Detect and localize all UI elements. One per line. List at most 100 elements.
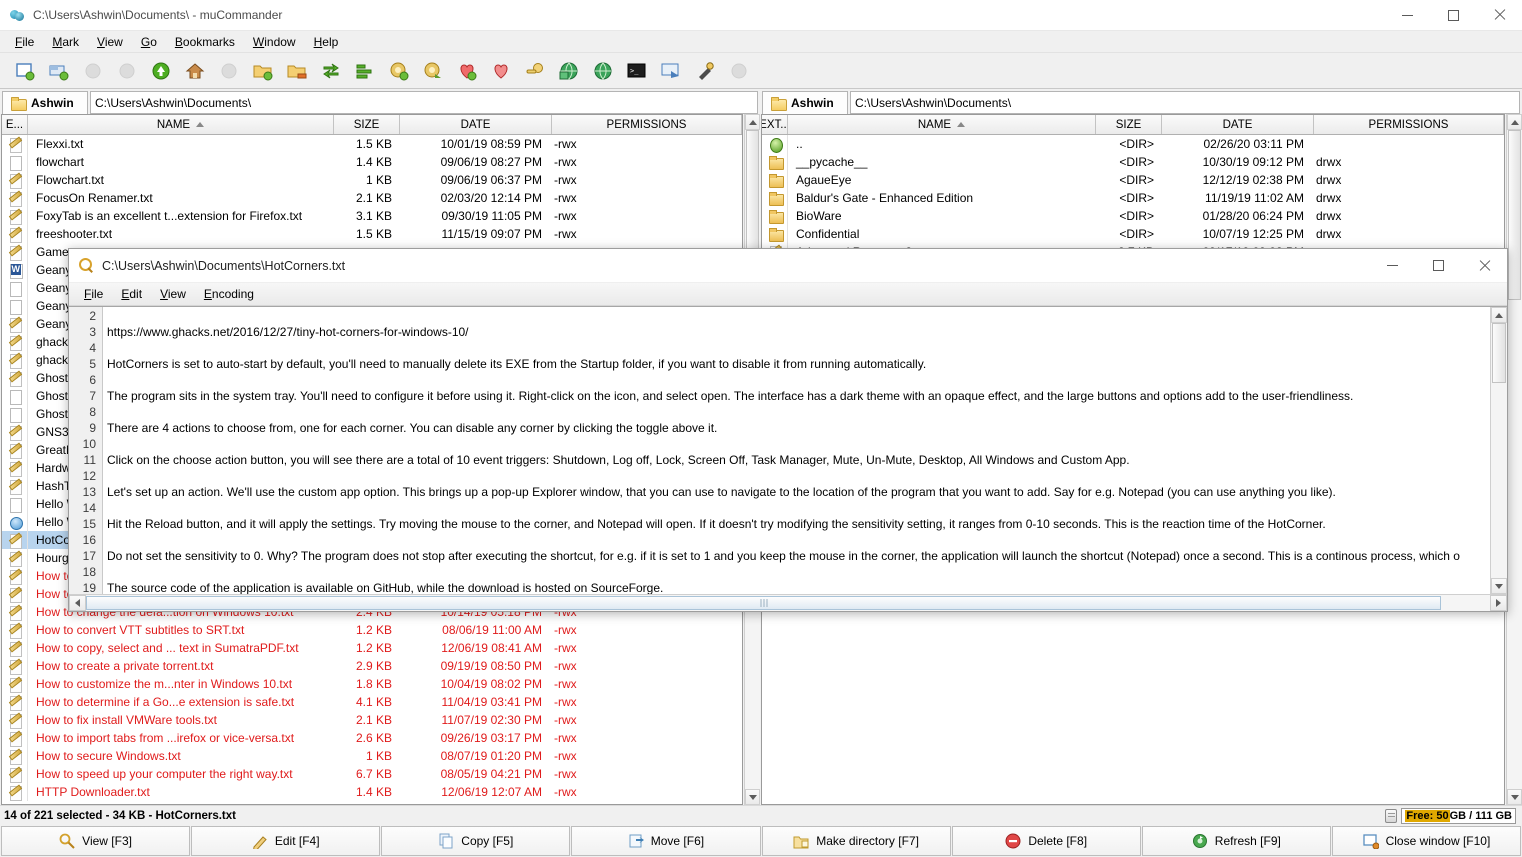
left-column-header-permissions[interactable]: PERMISSIONS bbox=[552, 115, 742, 134]
close-window-f10-button[interactable]: Close window [F10] bbox=[1331, 826, 1521, 856]
table-row[interactable]: How to determine if a Go...e extension i… bbox=[2, 693, 742, 711]
left-column-header-date[interactable]: DATE bbox=[400, 115, 552, 134]
left-column-header-e[interactable]: E... bbox=[2, 115, 28, 134]
viewer-menu-edit[interactable]: Edit bbox=[112, 285, 151, 303]
close-button[interactable] bbox=[1476, 0, 1522, 31]
minimize-button[interactable] bbox=[1384, 0, 1430, 31]
run-command-button[interactable] bbox=[586, 56, 620, 86]
favorites-button[interactable] bbox=[484, 56, 518, 86]
add-favorite-button[interactable] bbox=[450, 56, 484, 86]
table-row[interactable]: Baldur's Gate - Enhanced Edition <DIR> 11/… bbox=[762, 189, 1504, 207]
refresh-f9-button[interactable]: Refresh [F9] bbox=[1141, 826, 1331, 856]
right-column-header-size[interactable]: SIZE bbox=[1096, 115, 1162, 134]
viewer-hscroll-track[interactable] bbox=[86, 595, 1490, 611]
table-row[interactable]: How to convert VTT subtitles to SRT.txt 1… bbox=[2, 621, 742, 639]
viewer-scroll-left-button[interactable] bbox=[69, 595, 86, 611]
viewer-scroll-up-button[interactable] bbox=[1491, 307, 1507, 323]
table-row[interactable]: freeshooter.txt 1.5 KB 11/15/19 09:07 PM -r… bbox=[2, 225, 742, 243]
menu-go[interactable]: Go bbox=[132, 33, 166, 51]
menu-mark[interactable]: Mark bbox=[43, 33, 88, 51]
free-space-indicator[interactable]: Free: 50 GB / 111 GB bbox=[1401, 807, 1516, 824]
table-row[interactable]: How to secure Windows.txt 1 KB 08/07/19 01… bbox=[2, 747, 742, 765]
left-column-header-name[interactable]: NAME bbox=[28, 115, 334, 134]
right-scroll-down-button[interactable] bbox=[1507, 789, 1522, 805]
show-server-button[interactable] bbox=[552, 56, 586, 86]
table-row[interactable]: How to copy, select and ... text in Suma… bbox=[2, 639, 742, 657]
viewer-menu-file[interactable]: File bbox=[75, 285, 112, 303]
viewer-scroll-down-button[interactable] bbox=[1491, 578, 1507, 594]
menu-help[interactable]: Help bbox=[305, 33, 348, 51]
delete-f8-button[interactable]: Delete [F8] bbox=[951, 826, 1141, 856]
viewer-menu-encoding[interactable]: Encoding bbox=[195, 285, 263, 303]
copy-f5-button[interactable]: Copy [F5] bbox=[381, 826, 571, 856]
parent-folder-button[interactable] bbox=[144, 56, 178, 86]
table-row[interactable]: Confidential <DIR> 10/07/19 12:25 PM drwx bbox=[762, 225, 1504, 243]
about-button[interactable] bbox=[688, 56, 722, 86]
edit-f4-button[interactable]: Edit [F4] bbox=[191, 826, 381, 856]
right-vertical-scrollbar[interactable] bbox=[1506, 114, 1522, 805]
viewer-scroll-thumb[interactable] bbox=[1492, 323, 1506, 383]
file-date: 09/19/19 08:50 PM bbox=[440, 659, 542, 673]
right-column-header-date[interactable]: DATE bbox=[1162, 115, 1314, 134]
viewer-menu-view[interactable]: View bbox=[151, 285, 195, 303]
menu-window[interactable]: Window bbox=[244, 33, 305, 51]
right-column-header-permissions[interactable]: PERMISSIONS bbox=[1314, 115, 1504, 134]
table-row[interactable]: .. <DIR> 02/26/20 03:11 PM bbox=[762, 135, 1504, 153]
left-scroll-up-button[interactable] bbox=[745, 114, 760, 130]
viewer-close-button[interactable] bbox=[1461, 250, 1507, 281]
unmark-group-button[interactable] bbox=[280, 56, 314, 86]
table-row[interactable]: flowchart 1.4 KB 09/06/19 08:27 PM -rwx bbox=[2, 153, 742, 171]
menu-file[interactable]: File bbox=[6, 33, 43, 51]
table-row[interactable]: How to import tabs from ...irefox or vic… bbox=[2, 729, 742, 747]
new-tab-button[interactable] bbox=[42, 56, 76, 86]
viewer-hscroll-thumb[interactable] bbox=[86, 596, 1441, 610]
maximize-button[interactable] bbox=[1430, 0, 1476, 31]
right-column-header-ext[interactable]: EXT... bbox=[762, 115, 788, 134]
make-directory-f7-button[interactable]: Make directory [F7] bbox=[761, 826, 951, 856]
right-scroll-up-button[interactable] bbox=[1507, 114, 1522, 130]
email-button[interactable]: >_ bbox=[620, 56, 654, 86]
swap-panels-button[interactable] bbox=[314, 56, 348, 86]
home-button[interactable] bbox=[178, 56, 212, 86]
table-row[interactable]: Flowchart.txt 1 KB 09/06/19 06:37 PM -rwx bbox=[2, 171, 742, 189]
right-scroll-thumb[interactable] bbox=[1508, 130, 1521, 300]
move-f6-button[interactable]: Move [F6] bbox=[571, 826, 761, 856]
viewer-vertical-scrollbar[interactable] bbox=[1490, 307, 1507, 594]
right-scroll-track[interactable] bbox=[1507, 130, 1522, 789]
edit-bookmarks-button[interactable] bbox=[416, 56, 450, 86]
viewer-text-area[interactable]: https://www.ghacks.net/2016/12/27/tiny-h… bbox=[103, 307, 1490, 594]
left-drive-button[interactable]: Ashwin bbox=[2, 91, 88, 114]
mark-group-button[interactable] bbox=[246, 56, 280, 86]
table-row[interactable]: How to speed up your computer the right … bbox=[2, 765, 742, 783]
right-column-header-name[interactable]: NAME bbox=[788, 115, 1096, 134]
right-path-field[interactable]: C:\Users\Ashwin\Documents\ bbox=[850, 91, 1520, 114]
left-path-field[interactable]: C:\Users\Ashwin\Documents\ bbox=[90, 91, 758, 114]
viewer-minimize-button[interactable] bbox=[1369, 250, 1415, 281]
viewer-scroll-track[interactable] bbox=[1491, 323, 1507, 578]
new-window-button[interactable] bbox=[8, 56, 42, 86]
right-drive-button[interactable]: Ashwin bbox=[762, 91, 848, 114]
table-row[interactable]: How to customize the m...nter in Windows… bbox=[2, 675, 742, 693]
viewer-scroll-right-button[interactable] bbox=[1490, 595, 1507, 611]
table-row[interactable]: Flexxi.txt 1.5 KB 10/01/19 08:59 PM -rwx bbox=[2, 135, 742, 153]
left-column-header-size[interactable]: SIZE bbox=[334, 115, 400, 134]
left-scroll-down-button[interactable] bbox=[745, 789, 760, 805]
table-row[interactable]: FoxyTab is an excellent t...extension fo… bbox=[2, 207, 742, 225]
viewer-maximize-button[interactable] bbox=[1415, 250, 1461, 281]
menu-bookmarks[interactable]: Bookmarks bbox=[166, 33, 244, 51]
table-row[interactable]: FocusOn Renamer.txt 2.1 KB 02/03/20 12:14 … bbox=[2, 189, 742, 207]
view-f3-button[interactable]: View [F3] bbox=[1, 826, 191, 856]
connect-server-button[interactable] bbox=[518, 56, 552, 86]
table-row[interactable]: BioWare <DIR> 01/28/20 06:24 PM drwx bbox=[762, 207, 1504, 225]
menu-view[interactable]: View bbox=[88, 33, 132, 51]
viewer-horizontal-scrollbar[interactable] bbox=[69, 594, 1507, 611]
table-row[interactable]: __pycache__ <DIR> 10/30/19 09:12 PM drwx bbox=[762, 153, 1504, 171]
add-bookmark-button[interactable] bbox=[382, 56, 416, 86]
properties-button[interactable] bbox=[654, 56, 688, 86]
set-same-folder-button[interactable] bbox=[348, 56, 382, 86]
table-row[interactable]: AgaueEye <DIR> 12/12/19 02:38 PM drwx bbox=[762, 171, 1504, 189]
table-row[interactable]: HTTP Downloader.txt 1.4 KB 12/06/19 12:07 … bbox=[2, 783, 742, 801]
table-row[interactable]: How to fix install VMWare tools.txt 2.1 K… bbox=[2, 711, 742, 729]
blank-file-icon bbox=[8, 497, 22, 513]
table-row[interactable]: How to create a private torrent.txt 2.9 K… bbox=[2, 657, 742, 675]
